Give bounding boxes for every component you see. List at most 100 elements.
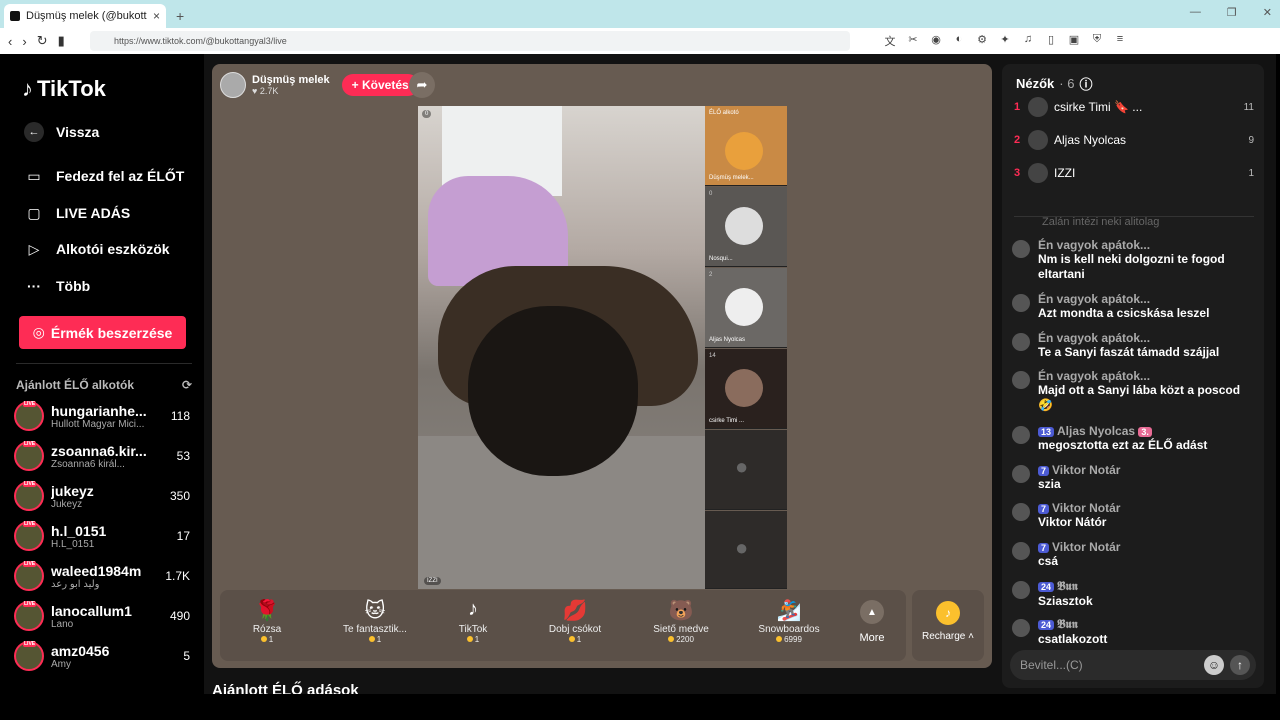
host-name[interactable]: Düşmüş melek — [252, 74, 330, 86]
chat-username[interactable]: Én vagyok apátok... — [1038, 238, 1150, 252]
send-icon[interactable]: ↑ — [1230, 655, 1250, 675]
guest-count: 14 — [709, 353, 716, 359]
wallet-icon[interactable]: ▣ — [1068, 33, 1080, 49]
url-field[interactable]: https://www.tiktok.com/@bukottangyal3/li… — [90, 31, 850, 51]
creator-item[interactable]: LIVE zsoanna6.kir... Zsoanna6 királ... 5… — [14, 438, 194, 474]
puzzle-icon[interactable]: ✦ — [999, 33, 1011, 49]
viewer-avatar — [1028, 130, 1048, 150]
gift-item[interactable]: 🏂 Snowboardos 6999 — [744, 598, 834, 644]
sidebar-icon[interactable]: ▯ — [1045, 33, 1057, 49]
chat-username[interactable]: Aljas Nyolcas — [1057, 424, 1135, 438]
chat-avatar[interactable] — [1012, 426, 1030, 444]
guest-slot[interactable]: ÉLŐ alkotó Düşmüş melek... — [705, 106, 787, 186]
creator-item[interactable]: LIVE jukeyz Jukeyz 350 — [14, 478, 194, 514]
creator-viewer-count: 53 — [176, 449, 190, 463]
tiktok-logo[interactable]: ♪ TikTok — [22, 76, 106, 102]
live-stage: Düşmüş melek ♥ 2.7K + Követés ➦ 0 IZZI É… — [212, 64, 992, 668]
chat-text: Majd ott a Sanyi lába közt a poscod 🤣 — [1038, 383, 1241, 412]
top-viewer-row[interactable]: 1 csirke Timi 🔖 ... 11 — [1014, 94, 1254, 120]
get-coins-button[interactable]: ◎ Érmék beszerzése — [19, 316, 186, 349]
music-icon[interactable]: ♫ — [1022, 33, 1034, 49]
menu-icon[interactable]: ≡ — [1114, 33, 1126, 49]
gift-item[interactable]: 🐱 Te fantasztik... 1 — [330, 598, 420, 644]
reload-icon[interactable]: ↻ — [37, 33, 48, 49]
nav-label: LIVE ADÁS — [56, 205, 131, 221]
emoji-icon[interactable]: ☺ — [1204, 655, 1224, 675]
guest-slot[interactable]: 0 Nosqui... — [705, 187, 787, 267]
chat-avatar[interactable] — [1012, 619, 1030, 637]
gift-item[interactable]: 🐻 Siető medve 2200 — [636, 598, 726, 644]
chat-username[interactable]: Viktor Notár — [1052, 540, 1120, 554]
live-video[interactable]: 0 IZZI — [418, 106, 705, 589]
viewer-name: Aljas Nyolcas — [1054, 133, 1127, 147]
chat-avatar[interactable] — [1012, 240, 1030, 258]
bookmark-icon[interactable]: ▮ — [58, 33, 65, 49]
follow-button[interactable]: + Követés — [341, 74, 419, 96]
extension-icon[interactable]: ✂ — [907, 33, 919, 49]
gift-item[interactable]: 🌹 Rózsa 1 — [222, 598, 312, 644]
chat-avatar[interactable] — [1012, 581, 1030, 599]
section-title: Ajánlott ÉLŐ adások — [212, 682, 359, 694]
browser-tab[interactable]: Düşmüş melek (@bukottangy... × — [4, 4, 166, 28]
maximize-icon[interactable]: ❐ — [1227, 6, 1237, 19]
host-avatar[interactable] — [220, 72, 246, 98]
recharge-button[interactable]: ♪ Recharge ˄ — [912, 590, 984, 661]
viewer-avatar — [1028, 97, 1048, 117]
chat-avatar[interactable] — [1012, 503, 1030, 521]
minimize-icon[interactable]: — — [1190, 6, 1201, 19]
chat-username[interactable]: Én vagyok apátok... — [1038, 292, 1150, 306]
guest-name: Düşmüş melek... — [709, 175, 754, 181]
chat-username[interactable]: Én vagyok apátok... — [1038, 331, 1150, 345]
gift-label: Te fantasztik... — [343, 624, 407, 635]
gift-item[interactable]: ♪ TikTok 1 — [428, 598, 518, 644]
extension-icon[interactable]: ◉ — [930, 33, 942, 49]
top-viewer-row[interactable]: 3 IZZI 1 — [1014, 160, 1254, 186]
creator-item[interactable]: LIVE amz0456 Amy 5 — [14, 638, 194, 674]
tab-close-icon[interactable]: × — [153, 9, 160, 23]
creator-item[interactable]: LIVE h.l_0151 H.L_0151 17 — [14, 518, 194, 554]
nav-live-studio[interactable]: ▢ LIVE ADÁS — [24, 203, 130, 223]
chat-avatar[interactable] — [1012, 542, 1030, 560]
shield-icon[interactable]: ⛨ — [1091, 33, 1103, 49]
creator-item[interactable]: LIVE hungarianhe... Hullott Magyar Mici.… — [14, 398, 194, 434]
back-button[interactable]: ← Vissza — [24, 122, 99, 142]
tab-title: Düşmüş melek (@bukottangy... — [26, 10, 147, 22]
nav-creator-tools[interactable]: ▷ Alkotói eszközök — [24, 239, 170, 259]
chat-username[interactable]: 𝕭𝖚𝖓 — [1057, 579, 1078, 593]
translate-icon[interactable]: 文 — [884, 33, 896, 49]
guest-slot-empty[interactable]: ● — [705, 511, 787, 589]
new-tab-button[interactable]: + — [176, 8, 184, 24]
chat-avatar[interactable] — [1012, 333, 1030, 351]
viewer-score: 1 — [1248, 167, 1254, 179]
chat-username[interactable]: Viktor Notár — [1052, 501, 1120, 515]
refresh-icon[interactable]: ⟳ — [182, 378, 192, 392]
nav-more[interactable]: ··· Több — [24, 276, 90, 296]
extension-icon[interactable]: ◐ — [953, 33, 965, 49]
guest-slot[interactable]: 2 Aljas Nyolcas — [705, 268, 787, 348]
window-controls: — ❐ ✕ — [1190, 6, 1272, 19]
chat-avatar[interactable] — [1012, 371, 1030, 389]
more-gifts-button[interactable]: ▲ More — [852, 600, 892, 644]
chat-avatar[interactable] — [1012, 465, 1030, 483]
viewers-title: Nézők — [1016, 76, 1055, 91]
creator-item[interactable]: LIVE waleed1984m وليد ابو رعد 1.7K — [14, 558, 194, 594]
share-icon[interactable]: ➦ — [409, 72, 435, 98]
chat-username[interactable]: Én vagyok apátok... — [1038, 369, 1150, 383]
guest-slot-empty[interactable]: ● — [705, 430, 787, 510]
creator-item[interactable]: LIVE lanocallum1 Lano 490 — [14, 598, 194, 634]
extension-icon[interactable]: ⚙ — [976, 33, 988, 49]
back-nav-icon[interactable]: ‹ — [8, 34, 12, 49]
forward-nav-icon[interactable]: › — [22, 34, 26, 49]
chat-username[interactable]: 𝕭𝖚𝖓 — [1057, 617, 1078, 631]
viewer-avatar — [1028, 163, 1048, 183]
close-window-icon[interactable]: ✕ — [1263, 6, 1272, 19]
nav-explore-live[interactable]: ▭ Fedezd fel az ÉLŐT — [24, 166, 184, 186]
gift-label: Dobj csókot — [548, 624, 602, 635]
top-viewer-row[interactable]: 2 Aljas Nyolcas 9 — [1014, 127, 1254, 153]
guest-slot[interactable]: 14 csirke Timi ... — [705, 349, 787, 429]
chat-username[interactable]: Viktor Notár — [1052, 463, 1120, 477]
chat-input[interactable]: Bevitel...(C) ☺ ↑ — [1010, 650, 1256, 680]
gift-item[interactable]: 💋 Dobj csókot 1 — [530, 598, 620, 644]
help-icon[interactable]: ⓘ — [1079, 74, 1092, 93]
chat-avatar[interactable] — [1012, 294, 1030, 312]
